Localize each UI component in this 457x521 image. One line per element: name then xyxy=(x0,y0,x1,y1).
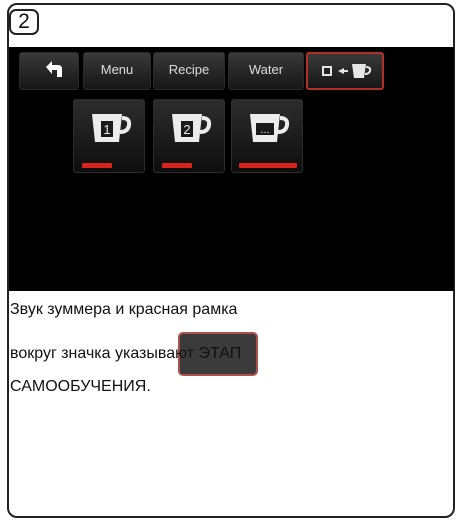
caption-line-3: САМООБУЧЕНИЯ. xyxy=(10,378,151,395)
cup-icon: ... xyxy=(250,114,290,142)
tab-recipe[interactable]: Recipe xyxy=(153,52,225,90)
cup-icon: 1 xyxy=(92,114,132,142)
step-number-badge: 2 xyxy=(9,9,39,35)
caption-line-1: Звук зуммера и красная рамка xyxy=(10,301,238,318)
tab-menu[interactable]: Menu xyxy=(83,52,151,90)
back-arrow-icon xyxy=(46,61,62,77)
cup-icon: 2 xyxy=(172,114,212,142)
cup-selection-indicator xyxy=(82,163,112,168)
tab-water[interactable]: Water xyxy=(228,52,304,90)
cup-button-1[interactable]: 1 xyxy=(73,99,145,173)
cup-selection-indicator xyxy=(239,163,297,168)
learning-mode-icon xyxy=(322,64,372,78)
cup-button-2[interactable]: 2 xyxy=(153,99,225,173)
cup-label-3: ... xyxy=(260,124,269,136)
cup-selection-indicator xyxy=(162,163,192,168)
cup-button-3[interactable]: ... xyxy=(231,99,303,173)
cup-label-2: 2 xyxy=(183,122,190,137)
device-display: Menu Recipe Water 1 2 ... xyxy=(9,47,454,291)
caption-line-2: вокруг значка указывают ЭТАП xyxy=(10,345,242,362)
tab-learning-mode[interactable] xyxy=(306,52,384,90)
cup-label-1: 1 xyxy=(103,122,110,137)
back-button[interactable] xyxy=(19,52,79,90)
